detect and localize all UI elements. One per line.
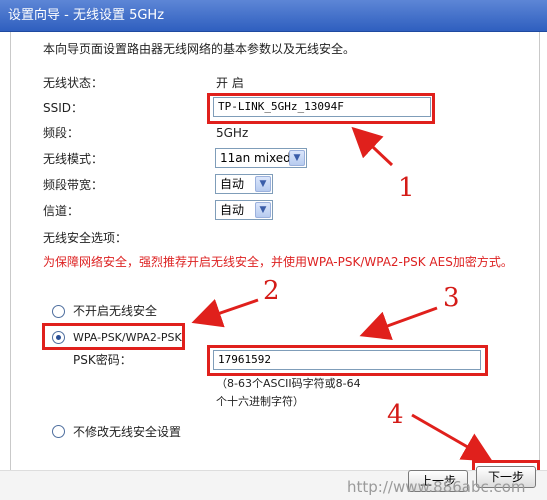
annotation-number-2: 2	[263, 276, 280, 306]
watermark: http://www.886abc.com	[347, 478, 526, 496]
annotation-number-1: 1	[398, 173, 415, 203]
annotation-number-3: 3	[443, 283, 460, 313]
annotation-number-4: 4	[387, 400, 404, 430]
annotation-arrows	[191, 126, 493, 462]
